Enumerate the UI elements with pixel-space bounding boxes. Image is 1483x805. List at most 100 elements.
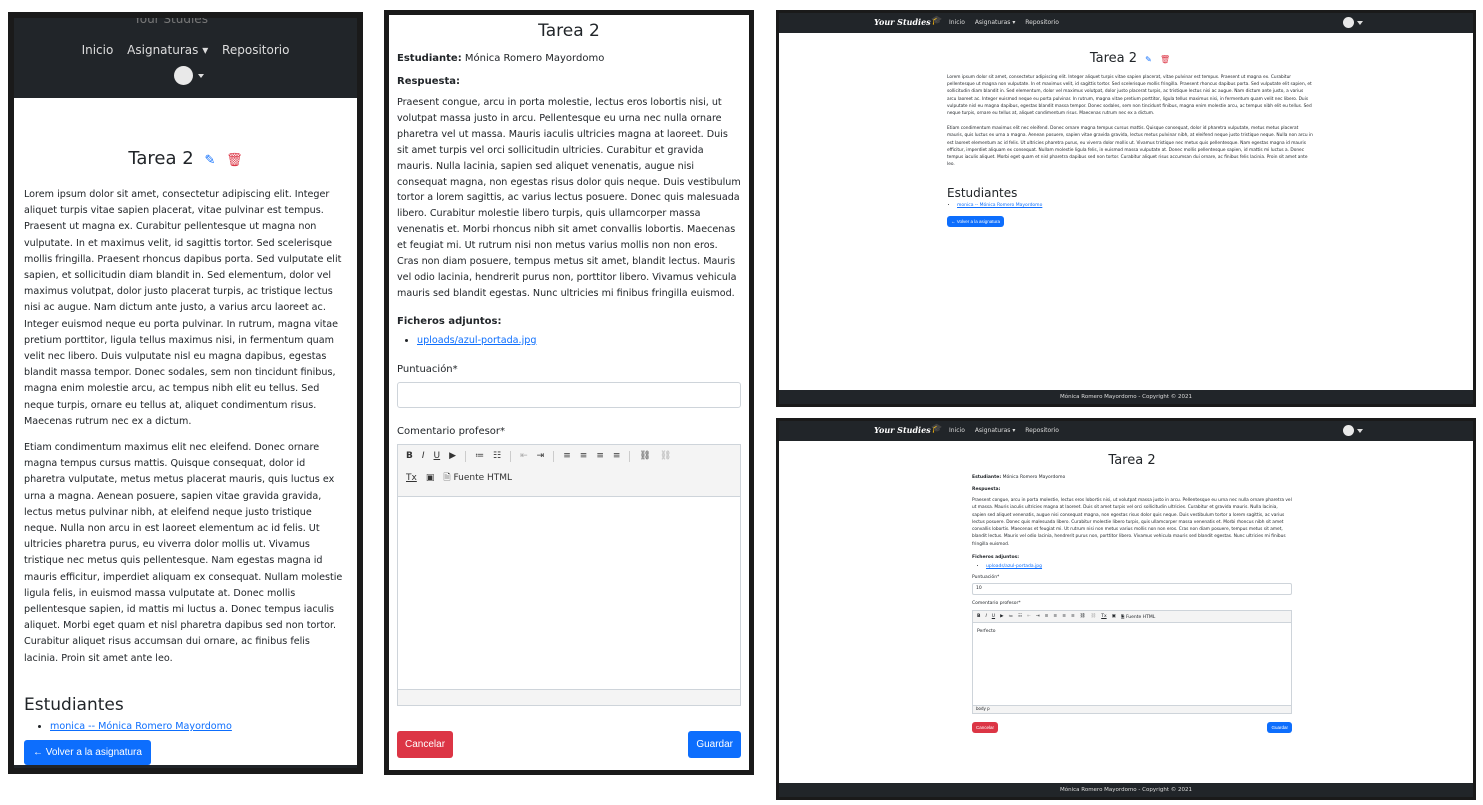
student-link[interactable]: monica -- Mónica Romero Mayordomo	[957, 203, 1042, 208]
remove-format-icon[interactable]: Tx	[406, 473, 417, 483]
comment-editor[interactable]: B I U ▶ ≔ ☷ ⇤ ⇥ ≡ ≡ ≡ ≡ ⛓ ⛓ Tx ▣ 🗎 Fuent…	[397, 443, 741, 706]
image-icon[interactable]: ▣	[1112, 614, 1116, 619]
video-icon[interactable]: ▶	[1000, 614, 1003, 619]
task-title-row: Tarea 2 ✎ 🗑	[947, 51, 1313, 66]
footer: Mónica Romero Mayordomo - Copyright © 20…	[14, 764, 357, 768]
underline-icon[interactable]: U	[992, 614, 995, 619]
student-name: Mónica Romero Mayordomo	[464, 53, 605, 64]
cancel-button[interactable]: Cancelar	[397, 731, 454, 758]
align-center-icon[interactable]: ≡	[580, 451, 588, 461]
link-icon[interactable]: ⛓	[639, 451, 650, 461]
student-link[interactable]: monica -- Mónica Romero Mayordomo	[50, 721, 232, 732]
nav-link-repositorio[interactable]: Repositorio	[1025, 19, 1059, 26]
editor-content[interactable]: Perfecto	[973, 623, 1291, 640]
avatar[interactable]	[174, 66, 193, 85]
unlink-icon[interactable]: ⛓	[1090, 614, 1096, 619]
unlink-icon[interactable]: ⛓	[660, 451, 671, 461]
brand-logo[interactable]: Your Studies	[874, 17, 931, 27]
avatar[interactable]	[1343, 17, 1354, 28]
nav-link-repositorio[interactable]: Repositorio	[222, 43, 289, 57]
task-description-paragraph: Etiam condimentum maximus elit nec eleif…	[24, 442, 343, 664]
image-icon[interactable]: ▣	[426, 473, 435, 483]
link-icon[interactable]: ⛓	[1080, 614, 1086, 619]
attachment-link[interactable]: uploads/azul-portada.jpg	[986, 564, 1042, 569]
italic-icon[interactable]: I	[422, 451, 425, 461]
outdent-icon[interactable]: ⇤	[1027, 614, 1031, 619]
attachments-label: Ficheros adjuntos:	[972, 555, 1020, 561]
align-right-icon[interactable]: ≡	[596, 451, 604, 461]
italic-icon[interactable]: I	[985, 614, 986, 619]
video-icon[interactable]: ▶	[449, 451, 456, 461]
user-menu[interactable]	[1343, 17, 1363, 28]
brand-logo[interactable]: Your Studies	[874, 425, 931, 435]
pencil-icon[interactable]: ✎	[204, 153, 215, 168]
remove-format-icon[interactable]: Tx	[1101, 614, 1106, 619]
numbered-list-icon[interactable]: ≔	[475, 451, 484, 461]
attachments-list: uploads/azul-portada.jpg	[972, 564, 1292, 569]
chevron-down-icon	[198, 73, 204, 78]
indent-icon[interactable]: ⇥	[1036, 614, 1040, 619]
form-actions: Cancelar Guardar	[397, 731, 741, 758]
source-html-button[interactable]: 🗎 Fuente HTML	[1121, 613, 1155, 621]
score-input[interactable]: 10	[972, 583, 1292, 596]
pencil-icon[interactable]: ✎	[1145, 55, 1152, 64]
nav-link-repositorio[interactable]: Repositorio	[1025, 427, 1059, 434]
bold-icon[interactable]: B	[977, 614, 980, 619]
student-name: Mónica Romero Mayordomo	[1002, 475, 1066, 480]
cancel-button[interactable]: Cancelar	[972, 722, 999, 734]
align-right-icon[interactable]: ≡	[1062, 614, 1066, 619]
align-justify-icon[interactable]: ≡	[1071, 614, 1075, 619]
nav-link-asignaturas[interactable]: Asignaturas ▾	[975, 19, 1016, 26]
list-item: monica -- Mónica Romero Mayordomo	[957, 203, 1313, 208]
nav-links: Inicio Asignaturas ▾ Repositorio	[949, 427, 1067, 434]
nav-link-asignaturas[interactable]: Asignaturas ▾	[975, 427, 1016, 434]
underline-icon[interactable]: U	[434, 451, 441, 461]
navbar: Your Studies 🎓 Inicio Asignaturas ▾ Repo…	[779, 421, 1473, 441]
source-html-button[interactable]: 🗎 Fuente HTML	[443, 470, 512, 486]
numbered-list-icon[interactable]: ≔	[1009, 614, 1014, 619]
students-list: monica -- Mónica Romero Mayordomo	[24, 721, 347, 732]
answer-text: Praesent congue, arcu in porta molestie,…	[972, 498, 1292, 547]
bulleted-list-icon[interactable]: ☷	[1018, 614, 1022, 619]
nav-links: Inicio Asignaturas ▾ Repositorio	[949, 19, 1067, 26]
align-center-icon[interactable]: ≡	[1053, 614, 1057, 619]
outdent-icon[interactable]: ⇤	[520, 451, 528, 461]
user-menu[interactable]	[1343, 425, 1363, 436]
trash-icon[interactable]: 🗑	[226, 153, 243, 168]
back-button[interactable]: ← Volver a la asignatura	[947, 216, 1005, 228]
save-button[interactable]: Guardar	[1267, 722, 1292, 734]
align-left-icon[interactable]: ≡	[1045, 614, 1049, 619]
answer-label: Respuesta:	[972, 487, 1001, 492]
answer-text: Praesent congue, arcu in porta molestie,…	[397, 97, 741, 299]
score-input[interactable]	[397, 381, 741, 408]
chevron-down-icon	[1357, 428, 1363, 433]
desktop-grading-panel: Your Studies 🎓 Inicio Asignaturas ▾ Repo…	[776, 418, 1476, 800]
task-title: Tarea 2	[128, 148, 194, 169]
nav-link-inicio[interactable]: Inicio	[82, 43, 114, 57]
graduation-cap-icon: 🎓	[931, 424, 943, 434]
align-left-icon[interactable]: ≡	[563, 451, 571, 461]
user-menu[interactable]	[174, 66, 204, 85]
nav-link-inicio[interactable]: Inicio	[949, 19, 965, 26]
toolbar-divider	[510, 450, 512, 462]
task-description-paragraph: Etiam condimentum maximus elit nec eleif…	[947, 126, 1313, 168]
attachments-list: uploads/azul-portada.jpg	[397, 335, 741, 346]
nav-link-asignaturas[interactable]: Asignaturas ▾	[127, 43, 208, 57]
avatar[interactable]	[1343, 425, 1354, 436]
comment-label: Comentario profesor*	[972, 601, 1021, 607]
task-title: Tarea 2	[538, 21, 600, 41]
brand-logo[interactable]: Your Studies	[134, 18, 208, 26]
align-justify-icon[interactable]: ≡	[613, 451, 621, 461]
mobile-task-panel: Your Studies Inicio Asignaturas ▾ Reposi…	[8, 12, 363, 774]
nav-links: Inicio Asignaturas ▾ Repositorio	[14, 43, 357, 57]
nav-link-inicio[interactable]: Inicio	[949, 427, 965, 434]
comment-editor[interactable]: B I U ▶ ≔ ☷ ⇤ ⇥ ≡ ≡ ≡ ≡ ⛓ ⛓ Tx ▣ 🗎 Fuent…	[972, 610, 1292, 715]
trash-icon[interactable]: 🗑	[1160, 55, 1170, 64]
indent-icon[interactable]: ⇥	[537, 451, 545, 461]
attachment-link[interactable]: uploads/azul-portada.jpg	[417, 335, 536, 346]
bold-icon[interactable]: B	[406, 451, 413, 461]
bulleted-list-icon[interactable]: ☷	[493, 451, 501, 461]
save-button[interactable]: Guardar	[688, 731, 741, 758]
footer: Mónica Romero Mayordomo - Copyright © 20…	[779, 390, 1473, 404]
back-button[interactable]: ← Volver a la asignatura	[24, 739, 151, 765]
